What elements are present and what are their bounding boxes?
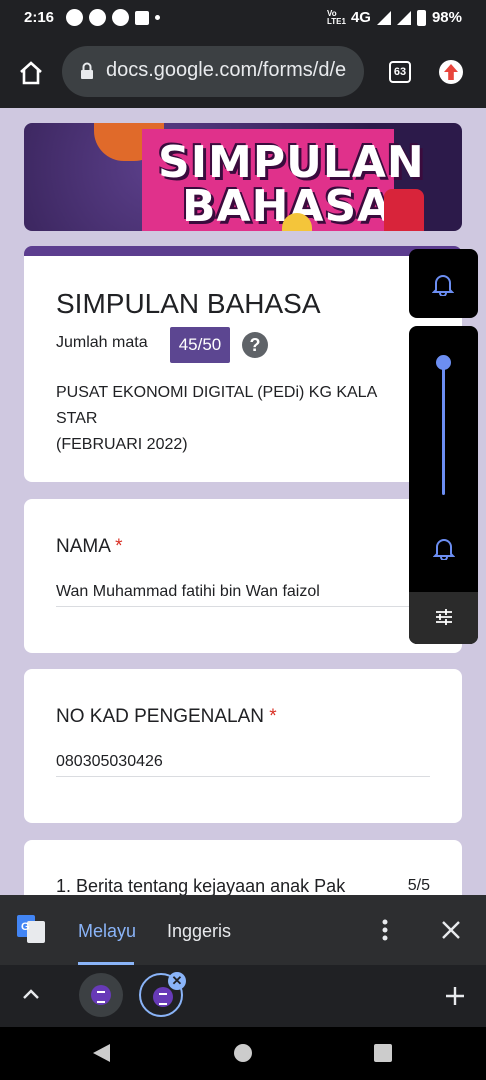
- volume-settings-button[interactable]: [409, 592, 478, 644]
- url-field[interactable]: docs.google.com/forms/d/e: [62, 46, 364, 97]
- lock-icon: [81, 62, 93, 79]
- question-label-nama: NAMA *: [56, 536, 123, 558]
- more-notifications-icon: [155, 15, 160, 20]
- answer-underline: [56, 776, 430, 777]
- form-banner-image: SIMPULAN BAHASA: [24, 123, 462, 231]
- google-forms-icon: [91, 985, 111, 1005]
- close-icon[interactable]: [440, 919, 462, 941]
- status-bar: 2:16 Vo LTE1 4G 98%: [0, 0, 486, 36]
- question-score-1: 5/5: [407, 877, 430, 894]
- answer-nama: Wan Muhammad fatihi bin Wan faizol: [56, 583, 320, 600]
- help-icon[interactable]: ?: [242, 332, 268, 358]
- question-title-nokp: NO KAD PENGENALAN: [56, 706, 264, 727]
- sliders-icon: [436, 609, 452, 625]
- svg-text:G: G: [21, 921, 30, 933]
- notification-icons: [66, 9, 160, 26]
- system-navigation-bar: [0, 1027, 486, 1080]
- question-card-nama: NAMA * Wan Muhammad fatihi bin Wan faizo…: [24, 499, 462, 653]
- back-icon[interactable]: [93, 1044, 110, 1062]
- battery-icon: [416, 9, 426, 26]
- question-title-nama: NAMA: [56, 536, 110, 557]
- tab-group-strip: ✕: [0, 965, 486, 1027]
- score-label: Jumlah mata: [56, 334, 148, 351]
- translate-bar: G Melayu Inggeris: [0, 895, 486, 965]
- score-badge: 45/50: [170, 327, 230, 363]
- home-button-icon[interactable]: [234, 1044, 252, 1062]
- volume-slider-track[interactable]: [442, 363, 445, 495]
- battery-level: 98%: [431, 9, 462, 26]
- answer-nokp: 080305030426: [56, 753, 163, 770]
- more-vert-icon[interactable]: [382, 919, 388, 941]
- ringer-mode-button[interactable]: [409, 249, 478, 318]
- signal-icon: [376, 10, 391, 25]
- form-description-line2: (FEBRUARI 2022): [56, 436, 188, 453]
- speed-icon: [112, 9, 129, 26]
- signal-icon-2: [396, 10, 411, 25]
- form-description: PUSAT EKONOMI DIGITAL (PEDi) KG KALA STA…: [56, 380, 416, 458]
- update-icon[interactable]: [439, 60, 463, 84]
- form-description-line1: PUSAT EKONOMI DIGITAL (PEDi) KG KALA STA…: [56, 384, 377, 427]
- network-type: 4G: [350, 9, 371, 26]
- form-title: SIMPULAN BAHASA: [56, 288, 321, 319]
- facebook-icon: [135, 10, 149, 25]
- translate-target-language[interactable]: Inggeris: [167, 921, 231, 942]
- volume-slider-thumb[interactable]: [436, 355, 451, 370]
- chevron-up-icon[interactable]: [22, 987, 40, 1001]
- messenger-icon: [89, 9, 106, 26]
- question-card-nokp: NO KAD PENGENALAN * 080305030426: [24, 669, 462, 823]
- bell-icon[interactable]: [433, 536, 455, 560]
- home-icon[interactable]: [17, 59, 45, 87]
- volume-panel: [409, 326, 478, 644]
- browser-toolbar: docs.google.com/forms/d/e 63: [0, 36, 486, 108]
- question-title-1: 1. Berita tentang kejayaan anak Pak: [56, 876, 346, 896]
- tab-close-icon[interactable]: ✕: [168, 972, 186, 990]
- whatsapp-icon: [66, 9, 83, 26]
- tab-thumbnail[interactable]: [79, 973, 123, 1017]
- new-tab-icon[interactable]: [444, 985, 466, 1007]
- volte-icon: Vo LTE1: [326, 8, 346, 26]
- required-mark: *: [269, 706, 277, 727]
- banner-character-2: [384, 189, 424, 231]
- question-label-nokp: NO KAD PENGENALAN *: [56, 706, 277, 728]
- translate-source-language[interactable]: Melayu: [78, 921, 136, 942]
- recents-icon[interactable]: [374, 1044, 392, 1062]
- required-mark: *: [115, 536, 123, 557]
- answer-underline: [56, 606, 430, 607]
- google-forms-icon: [153, 987, 173, 1007]
- form-header-card: SIMPULAN BAHASA Jumlah mata 45/50 ? PUSA…: [24, 246, 462, 482]
- tab-switcher-button[interactable]: 63: [389, 61, 411, 83]
- bell-icon: [432, 275, 454, 296]
- status-time: 2:16: [24, 9, 55, 26]
- url-text: docs.google.com/forms/d/e: [106, 59, 347, 81]
- google-translate-icon: G: [17, 915, 45, 943]
- system-icons: Vo LTE1 4G 98%: [327, 9, 462, 26]
